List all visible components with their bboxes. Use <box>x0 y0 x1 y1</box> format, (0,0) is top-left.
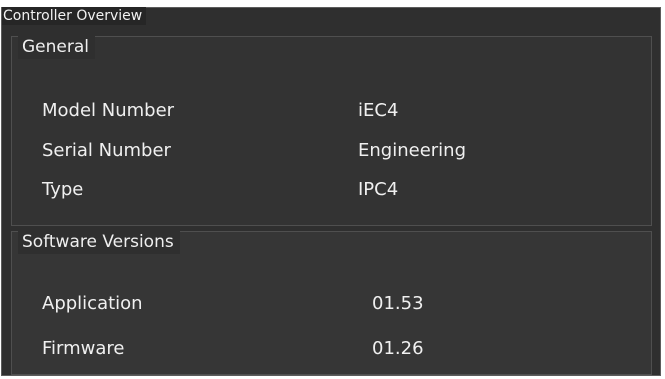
serial-number-row: Serial Number Engineering <box>12 136 651 166</box>
controller-overview-title: Controller Overview <box>2 7 147 25</box>
controller-overview-panel: Controller Overview General Model Number… <box>0 0 665 379</box>
application-version-row: Application 01.53 <box>12 289 651 319</box>
firmware-version-value: 01.26 <box>372 338 424 359</box>
serial-number-value: Engineering <box>358 140 466 161</box>
firmware-version-row: Firmware 01.26 <box>12 334 651 364</box>
model-number-label: Model Number <box>42 100 175 121</box>
type-label: Type <box>42 179 84 200</box>
software-versions-section-title: Software Versions <box>18 230 180 254</box>
application-label: Application <box>42 293 143 314</box>
software-versions-section: Software Versions Application 01.53 Firm… <box>11 230 652 375</box>
model-number-row: Model Number iEC4 <box>12 96 651 126</box>
firmware-label: Firmware <box>42 338 125 359</box>
type-value: IPC4 <box>358 179 399 200</box>
serial-number-label: Serial Number <box>42 140 171 161</box>
controller-overview-box: Controller Overview General Model Number… <box>1 7 661 376</box>
type-row: Type IPC4 <box>12 175 651 205</box>
model-number-value: iEC4 <box>358 100 399 121</box>
general-section: General Model Number iEC4 Serial Number … <box>11 35 652 226</box>
general-section-title: General <box>18 35 95 59</box>
application-version-value: 01.53 <box>372 293 424 314</box>
